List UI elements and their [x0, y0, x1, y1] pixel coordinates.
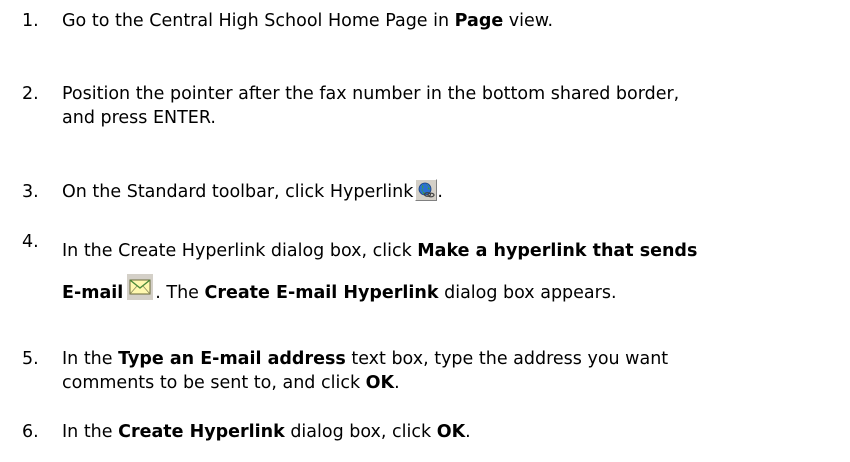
- step-text: Position the pointer after the fax numbe…: [62, 84, 680, 128]
- bold-term: Create E-mail Hyperlink: [204, 283, 439, 303]
- step-text: On the Standard toolbar, click Hyperlink…: [62, 179, 842, 204]
- step-text: In the Type an E-mail address text box, …: [62, 349, 669, 393]
- instructions-list: 1. Go to the Central High School Home Pa…: [0, 0, 850, 462]
- step-text: Go to the Central High School Home Page …: [62, 11, 554, 31]
- step-text: In the Create Hyperlink dialog box, clic…: [62, 241, 698, 303]
- envelope-icon: [127, 274, 154, 300]
- step-number: 6.: [22, 422, 39, 442]
- bold-term: Create Hyperlink: [118, 422, 285, 442]
- step-number: 1.: [22, 11, 39, 31]
- step-text: In the Create Hyperlink dialog box, clic…: [62, 422, 471, 442]
- step-number: 2.: [22, 84, 39, 104]
- bold-term: Make a hyperlink that sends: [417, 241, 698, 261]
- bold-term: Type an E-mail address: [118, 349, 346, 369]
- step-number: 4.: [22, 232, 39, 252]
- step-number: 5.: [22, 349, 39, 369]
- step-number: 3.: [22, 182, 39, 202]
- hyperlink-globe-icon: [415, 179, 438, 201]
- bold-term: OK: [365, 373, 395, 393]
- bold-term: OK: [436, 422, 466, 442]
- bold-term: Page: [454, 11, 504, 31]
- bold-term: E-mail: [62, 283, 124, 303]
